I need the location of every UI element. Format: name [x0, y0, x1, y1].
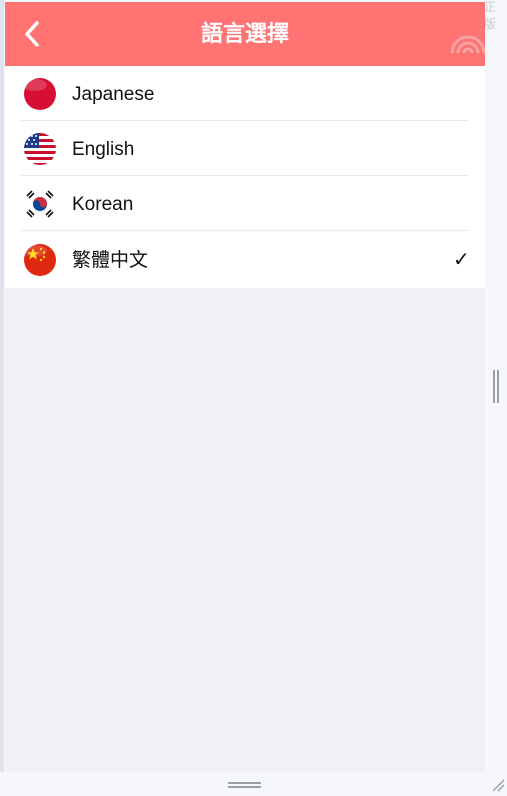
- chevron-left-icon: [25, 21, 39, 47]
- language-item-japanese[interactable]: Japanese: [5, 66, 485, 121]
- vertical-split-handle[interactable]: [493, 370, 499, 403]
- bottom-bar: [0, 772, 507, 796]
- language-label: Korean: [72, 194, 134, 215]
- header-bar: 語言選擇: [5, 2, 486, 66]
- app-window: 語言選擇 Japanese English Korean 繁體中文 ✓: [5, 2, 486, 772]
- language-item-traditional-chinese[interactable]: 繁體中文 ✓: [5, 232, 485, 287]
- selected-check-icon: ✓: [453, 249, 470, 271]
- language-item-korean[interactable]: Korean: [5, 176, 485, 231]
- language-label: 繁體中文: [72, 250, 149, 271]
- back-button[interactable]: [17, 16, 51, 52]
- language-item-english[interactable]: English: [5, 121, 485, 176]
- china-flag-icon: [24, 244, 56, 276]
- wifi-icon: [450, 35, 486, 54]
- korea-flag-icon: [24, 188, 56, 220]
- resize-grip-icon[interactable]: [489, 776, 505, 792]
- usa-flag-icon: [24, 133, 56, 165]
- left-rail: [0, 0, 4, 796]
- language-label: English: [72, 139, 135, 160]
- language-label: Japanese: [72, 84, 155, 105]
- language-list: Japanese English Korean 繁體中文 ✓: [5, 66, 485, 288]
- horizontal-split-handle[interactable]: [228, 782, 261, 788]
- page-title: 語言選擇: [200, 21, 289, 46]
- corner-text: 正版: [484, 0, 497, 31]
- japan-flag-icon: [24, 78, 56, 110]
